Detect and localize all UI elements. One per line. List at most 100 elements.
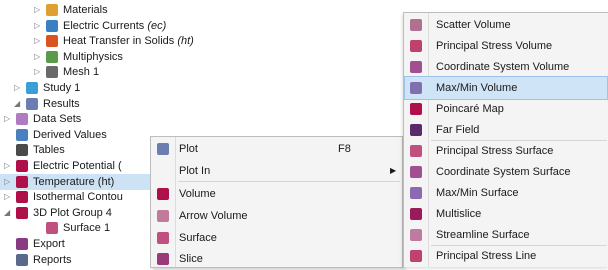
submenu-item-multislice[interactable]: Multislice	[405, 203, 607, 225]
expand-arrow-icon[interactable]: ▷	[34, 64, 40, 80]
tree-item-study-1[interactable]: ▷ Study 1	[0, 80, 180, 96]
expand-arrow-icon[interactable]: ▷	[4, 158, 10, 174]
expand-arrow-icon[interactable]: ▷	[4, 111, 10, 127]
tree-item-results[interactable]: ◢ Results	[0, 96, 180, 112]
heat-transfer-in-solids-icon	[46, 35, 58, 48]
slice-icon	[157, 253, 169, 265]
submenu-item-max-min-surface[interactable]: Max/Min Surface	[405, 182, 607, 204]
expand-arrow-icon[interactable]: ◢	[4, 205, 10, 221]
principal-stress-volume-icon	[410, 40, 422, 52]
tree-item-label: Mesh 1	[63, 64, 99, 80]
expand-arrow-icon[interactable]: ▷	[34, 2, 40, 18]
submenu-item-streamline-surface[interactable]: Streamline Surface	[405, 224, 607, 246]
scatter-volume-icon	[410, 19, 422, 31]
tree-item-materials[interactable]: ▷ Materials	[0, 2, 180, 18]
submenu-item-coordinate-system-surface[interactable]: Coordinate System Surface	[405, 161, 607, 183]
menu-item-label: Volume	[179, 188, 216, 200]
multiphysics-icon	[46, 50, 58, 63]
menu-item-arrow-volume[interactable]: Arrow Volume	[152, 205, 401, 227]
tree-item-data-sets[interactable]: ▷ Data Sets	[0, 111, 180, 127]
submenu-item-far-field[interactable]: Far Field	[405, 119, 607, 141]
submenu-separator	[431, 140, 607, 141]
tree-item-text: Data Sets	[33, 113, 82, 126]
tree-item-suffix: (ec)	[147, 19, 167, 32]
submenu-item-label: Principal Stress Line	[436, 250, 537, 262]
menu-item-label: Slice	[179, 253, 203, 265]
menu-item-plot-in[interactable]: Plot In ▶	[152, 160, 401, 182]
expand-arrow-icon[interactable]: ▷	[14, 80, 20, 96]
tree-item-text: Electric Potential (	[33, 160, 122, 172]
tree-item-label: Isothermal Contou	[33, 189, 123, 205]
materials-icon	[46, 4, 58, 16]
tree-item-label: Tables	[33, 142, 65, 158]
tables-icon	[16, 144, 28, 157]
tree-item-label: Electric Potential (	[33, 158, 122, 174]
menu-separator	[178, 181, 400, 182]
tree-item-electric-currents[interactable]: ▷ Electric Currents (ec)	[0, 18, 180, 34]
submenu-item-label: Principal Stress Surface	[436, 145, 554, 157]
expand-arrow-icon[interactable]: ▷	[4, 189, 10, 205]
menu-item-shortcut: F8	[338, 143, 351, 155]
data-sets-icon	[16, 113, 28, 126]
submenu-item-coordinate-system-volume[interactable]: Coordinate System Volume	[405, 56, 607, 78]
submenu-item-poincar-map[interactable]: Poincaré Map	[405, 98, 607, 120]
menu-item-slice[interactable]: Slice	[152, 248, 401, 270]
tree-item-label: Temperature (ht)	[33, 174, 114, 190]
electric-currents-icon	[46, 19, 58, 32]
coordinate-system-surface-icon	[410, 166, 422, 178]
surface-1-icon	[46, 222, 58, 235]
submenu-item-label: Scatter Volume	[436, 19, 511, 31]
far-field-icon	[410, 124, 422, 136]
tree-item-text: Reports	[33, 253, 72, 266]
tree-item-text: 3D Plot Group 4	[33, 206, 112, 219]
tree-item-text: Study 1	[43, 82, 81, 94]
max-min-volume-icon	[410, 82, 422, 94]
submenu-arrow-icon: ▶	[390, 166, 397, 175]
tree-item-heat-transfer-in-solids[interactable]: ▷ Heat Transfer in Solids (ht)	[0, 33, 194, 49]
expand-arrow-icon[interactable]: ▷	[34, 49, 40, 65]
submenu-item-label: Max/Min Surface	[436, 187, 519, 199]
expand-arrow-icon[interactable]: ▷	[4, 174, 10, 190]
submenu-item-label: Coordinate System Surface	[436, 166, 571, 178]
menu-item-surface[interactable]: Surface	[152, 227, 401, 249]
submenu-item-principal-stress-line[interactable]: Principal Stress Line	[405, 245, 607, 267]
tree-item-mesh-1[interactable]: ▷ Mesh 1	[0, 64, 180, 80]
submenu-item-label: Multislice	[436, 208, 482, 220]
submenu-item-label: Max/Min Volume	[436, 82, 518, 94]
arrow-volume-icon	[157, 210, 169, 222]
tree-item-label: Data Sets	[33, 111, 81, 127]
submenu-item-label: Principal Stress Volume	[436, 40, 553, 52]
tree-item-label: Derived Values	[33, 127, 107, 143]
tree-item-label: Reports	[33, 252, 72, 268]
submenu-item-principal-stress-surface[interactable]: Principal Stress Surface	[405, 140, 607, 162]
menu-item-label: Surface	[179, 232, 217, 244]
submenu-item-scatter-volume[interactable]: Scatter Volume	[405, 14, 607, 36]
temperature-ht-icon	[16, 175, 28, 188]
tree-item-text: Results	[43, 97, 80, 110]
submenu-item-principal-stress-volume[interactable]: Principal Stress Volume	[405, 35, 607, 57]
tree-item-text: Surface 1	[63, 222, 111, 235]
menu-item-volume[interactable]: Volume	[152, 183, 401, 205]
tree-item-text: Isothermal Contou	[33, 191, 123, 204]
tree-item-multiphysics[interactable]: ▷ Multiphysics	[0, 49, 180, 65]
expand-arrow-icon[interactable]: ▷	[34, 33, 40, 49]
tree-item-text: Tables	[33, 144, 65, 157]
menu-item-label: Plot	[179, 143, 198, 155]
principal-stress-line-icon	[410, 250, 422, 262]
expand-arrow-icon[interactable]: ▷	[34, 18, 40, 34]
submenu-item-max-min-volume[interactable]: Max/Min Volume	[404, 76, 608, 100]
results-icon	[26, 97, 38, 110]
tree-item-label: Results	[43, 96, 80, 112]
tree-item-text: Derived Values	[33, 128, 107, 141]
coordinate-system-volume-icon	[410, 61, 422, 73]
menu-item-plot[interactable]: Plot F8	[152, 138, 401, 160]
expand-arrow-icon[interactable]: ◢	[14, 96, 20, 112]
tree-item-label: Electric Currents (ec)	[63, 18, 166, 34]
volume-icon	[157, 188, 169, 200]
tree-item-label: Surface 1	[63, 220, 110, 236]
submenu-separator	[431, 245, 607, 246]
isothermal-contou-icon	[16, 191, 28, 204]
mesh-1-icon	[46, 66, 58, 79]
reports-icon	[16, 253, 28, 266]
submenu-item-label: Streamline Surface	[436, 229, 530, 241]
